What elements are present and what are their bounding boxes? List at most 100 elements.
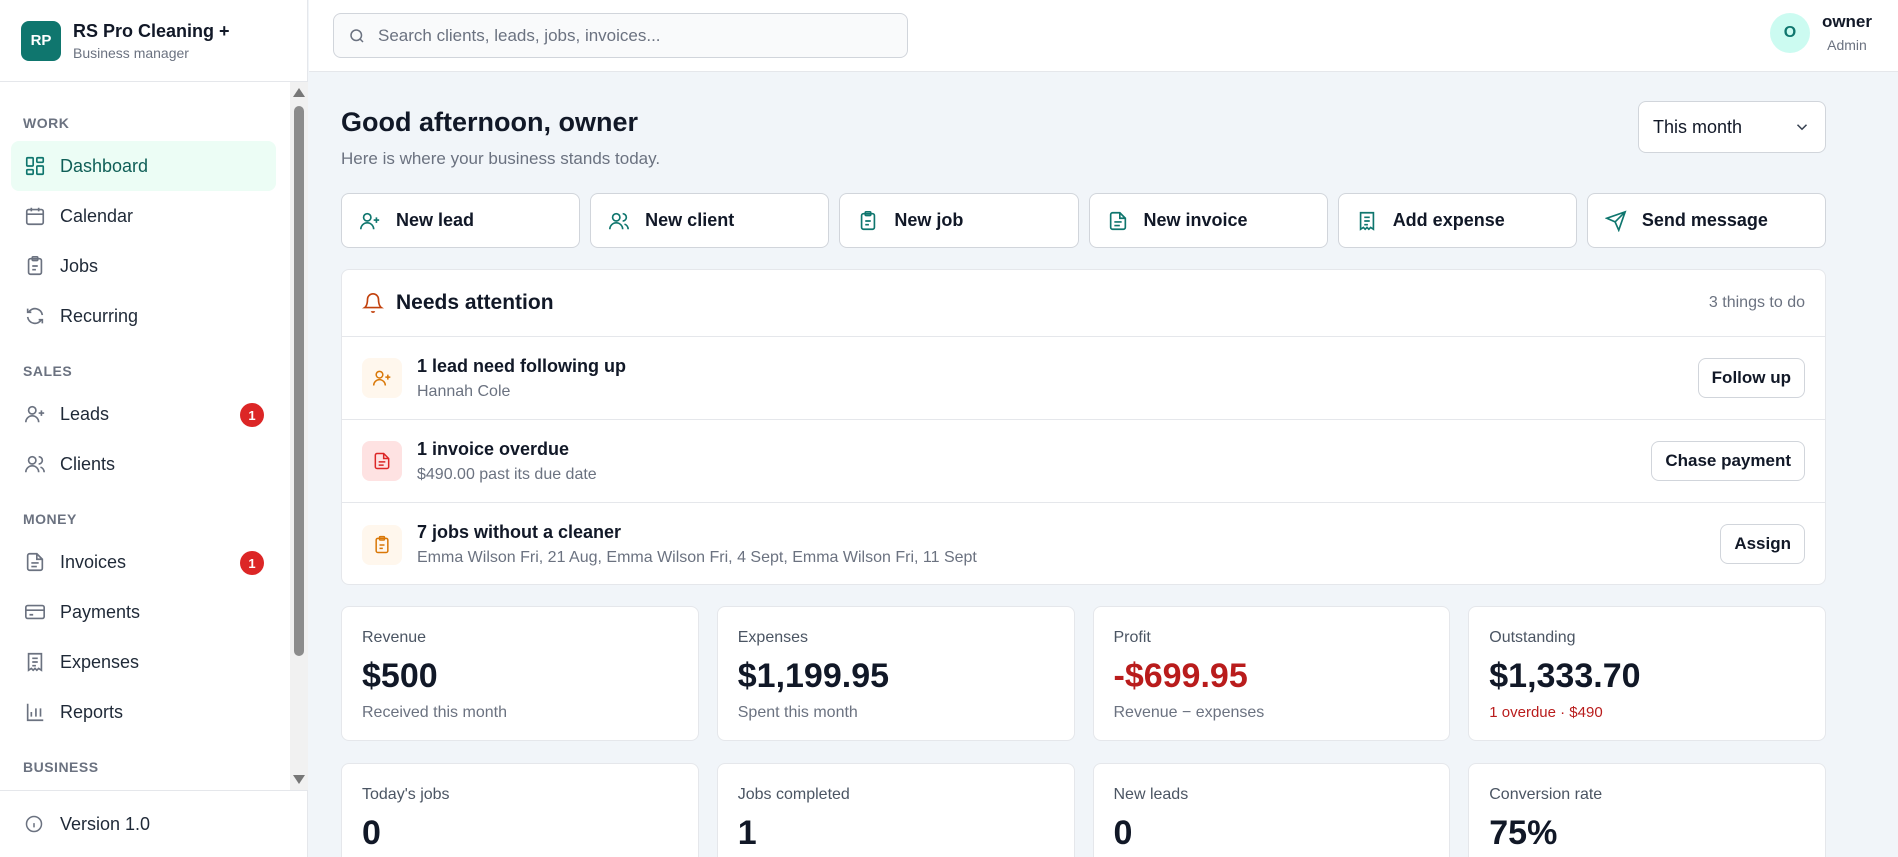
sidebar-item-clients[interactable]: Clients — [11, 439, 276, 489]
attention-item-title: 1 lead need following up — [417, 355, 627, 376]
stat-card-expenses[interactable]: Expenses $1,199.95 Spent this month — [716, 606, 1075, 741]
brand[interactable]: RP RS Pro Cleaning + Business manager — [0, 0, 307, 82]
refresh-icon — [26, 307, 44, 325]
stat-subtitle: Spent this month — [737, 704, 858, 721]
sidebar-item-recurring[interactable]: Recurring — [11, 291, 276, 341]
receipt-icon — [1359, 211, 1374, 231]
stat-label: Outstanding — [1489, 629, 1576, 646]
stat-card-todays-jobs[interactable]: Today's jobs 0 — [341, 763, 699, 857]
new-job-button[interactable]: New job — [839, 193, 1079, 248]
sidebar-item-label: Leads — [60, 403, 110, 424]
sidebar-item-dashboard[interactable]: Dashboard — [11, 141, 276, 191]
new-client-button[interactable]: New client — [590, 193, 830, 248]
sidebar-item-reports[interactable]: Reports — [11, 687, 276, 737]
stat-card-jobs-completed[interactable]: Jobs completed 1 — [716, 763, 1075, 857]
scroll-down-arrow-icon[interactable] — [293, 775, 305, 784]
attention-item-subtitle: $490.00 past its due date — [417, 465, 597, 483]
sidebar-item-invoices[interactable]: Invoices 1 — [11, 537, 276, 587]
brand-subtitle: Business manager — [73, 44, 189, 61]
user-name: owner — [1821, 12, 1872, 31]
dashboard-icon — [25, 156, 45, 176]
stat-card-outstanding[interactable]: Outstanding $1,333.70 1 overdue · $490 — [1468, 606, 1826, 741]
sidebar: RP RS Pro Cleaning + Business manager WO… — [0, 0, 308, 857]
stat-value: $1,333.70 — [1489, 657, 1641, 695]
stat-value: -$699.95 — [1113, 657, 1248, 695]
clipboard-icon — [861, 210, 876, 230]
avatar[interactable]: O — [1769, 12, 1810, 53]
scroll-up-arrow-icon[interactable] — [293, 88, 305, 97]
stat-value: 1 — [737, 814, 757, 852]
attention-item-invoices: 1 invoice overdue $490.00 past its due d… — [342, 420, 1825, 503]
stat-subtitle: 1 overdue · $490 — [1489, 704, 1603, 721]
add-expense-button[interactable]: Add expense — [1337, 193, 1577, 248]
stat-subtitle: Received this month — [362, 704, 507, 721]
search-input[interactable] — [378, 25, 898, 46]
stat-value: $1,199.95 — [737, 657, 890, 695]
sidebar-item-label: Dashboard — [60, 155, 149, 176]
stat-label: Expenses — [737, 629, 809, 646]
nav-section-business: BUSINESS — [23, 759, 99, 775]
sidebar-item-label: Reports — [60, 701, 124, 722]
sidebar-item-leads[interactable]: Leads 1 — [11, 389, 276, 439]
invoices-count-badge: 1 — [240, 551, 264, 575]
stat-label: Today's jobs — [362, 786, 450, 803]
topbar: O owner Admin — [309, 0, 1898, 72]
stat-value: 0 — [1113, 814, 1133, 852]
stat-label: Revenue — [362, 629, 427, 646]
sidebar-item-expenses[interactable]: Expenses — [11, 637, 276, 687]
stat-value: $500 — [362, 657, 438, 695]
sidebar-item-jobs[interactable]: Jobs — [11, 241, 276, 291]
chase-payment-button[interactable]: Chase payment — [1651, 441, 1805, 481]
sidebar-scrollbar[interactable] — [290, 82, 308, 790]
stat-label: Profit — [1113, 629, 1151, 646]
nav-section-money: MONEY — [23, 511, 77, 527]
version-label: Version 1.0 — [60, 813, 151, 834]
new-invoice-button[interactable]: New invoice — [1088, 193, 1328, 248]
action-label: New client — [645, 210, 735, 230]
follow-up-button[interactable]: Follow up — [1697, 358, 1805, 398]
sidebar-item-label: Calendar — [60, 205, 134, 226]
nav-section-work: WORK — [23, 115, 70, 131]
stat-label: Jobs completed — [737, 786, 850, 803]
needs-attention-panel: Needs attention 3 things to do 1 lead ne… — [341, 269, 1826, 585]
stat-card-new-leads[interactable]: New leads 0 — [1092, 763, 1451, 857]
stat-card-conversion-rate[interactable]: Conversion rate 75% — [1468, 763, 1826, 857]
scroll-thumb[interactable] — [294, 106, 304, 656]
attention-icon — [362, 441, 402, 481]
version-info: Version 1.0 — [0, 790, 307, 857]
user-menu[interactable]: O owner Admin — [1769, 12, 1872, 53]
new-lead-button[interactable]: New lead — [341, 193, 581, 248]
action-label: Add expense — [1392, 210, 1505, 230]
stat-label: Conversion rate — [1489, 786, 1603, 803]
needs-attention-header: Needs attention 3 things to do — [342, 270, 1825, 337]
stat-card-profit[interactable]: Profit -$699.95 Revenue − expenses — [1092, 606, 1451, 741]
sidebar-item-label: Expenses — [60, 651, 140, 672]
bell-icon — [362, 293, 384, 313]
needs-attention-count: 3 things to do — [1708, 294, 1805, 311]
page-title: Good afternoon, owner — [341, 107, 638, 137]
sidebar-item-label: Recurring — [60, 305, 139, 326]
assign-button[interactable]: Assign — [1720, 524, 1805, 564]
period-select[interactable]: This month — [1638, 101, 1826, 153]
users-icon — [609, 212, 630, 229]
user-plus-icon — [372, 370, 391, 386]
sidebar-item-payments[interactable]: Payments — [11, 587, 276, 637]
sidebar-item-label: Jobs — [60, 255, 99, 276]
attention-item-title: 7 jobs without a cleaner — [417, 522, 622, 542]
stat-card-revenue[interactable]: Revenue $500 Received this month — [341, 606, 699, 741]
sidebar-item-calendar[interactable]: Calendar — [11, 191, 276, 241]
attention-item-jobs: 7 jobs without a cleaner Emma Wilson Fri… — [342, 503, 1825, 584]
search-box[interactable] — [333, 13, 908, 58]
attention-item-subtitle: Hannah Cole — [417, 382, 511, 400]
info-icon — [25, 815, 43, 833]
chevron-down-icon — [1796, 124, 1808, 131]
send-message-button[interactable]: Send message — [1586, 193, 1827, 248]
attention-icon — [362, 524, 402, 565]
document-icon — [374, 452, 390, 470]
action-label: New job — [894, 210, 964, 230]
attention-icon — [362, 358, 402, 398]
quick-actions: New lead New client New job New invoice … — [341, 193, 1827, 248]
page-subtitle: Here is where your business stands today… — [341, 149, 661, 168]
stat-value: 0 — [362, 814, 381, 852]
stat-label: New leads — [1113, 786, 1189, 803]
